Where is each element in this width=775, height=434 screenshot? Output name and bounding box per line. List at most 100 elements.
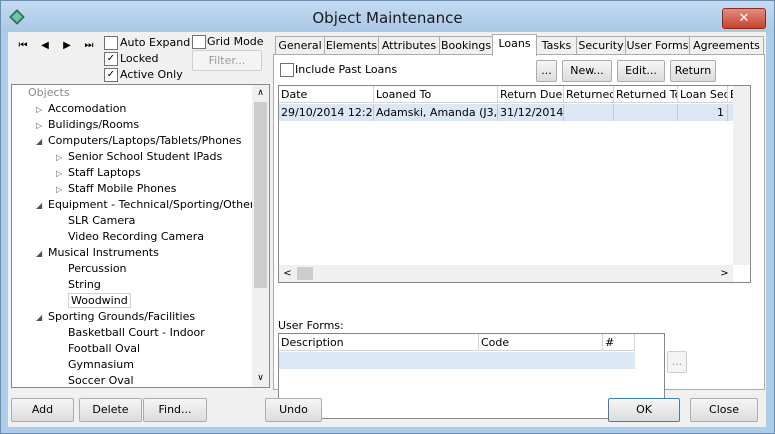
column-header-loaned-to[interactable]: Loaned To	[374, 86, 498, 103]
tree-item[interactable]: Football Oval	[56, 341, 140, 357]
tree-item[interactable]: SLR Camera	[56, 213, 135, 229]
tree-item[interactable]: Objects	[16, 85, 70, 101]
tab-loans[interactable]: Loans	[492, 34, 537, 56]
column-header-number[interactable]: #	[603, 334, 635, 351]
grid-mode-checkbox[interactable]	[192, 35, 206, 49]
column-header-returned-to[interactable]: Returned To	[614, 86, 678, 103]
tree-item[interactable]: Percussion	[56, 261, 127, 277]
active-only-checkbox[interactable]: ✓	[104, 68, 118, 82]
column-header-code[interactable]: Code	[479, 334, 603, 351]
title-bar: Object Maintenance ✕	[1, 1, 774, 33]
loans-horizontal-scrollbar[interactable]: < >	[279, 265, 733, 282]
tree-item[interactable]: Basketball Court - Indoor	[56, 325, 205, 341]
tree-item[interactable]: ▷ Staff Laptops	[56, 165, 141, 181]
tree-item[interactable]: String	[56, 277, 101, 293]
tab-user-forms[interactable]: User Forms	[625, 36, 690, 54]
tree-item[interactable]: Woodwind	[56, 293, 131, 309]
tree-item[interactable]: Soccer Oval	[56, 373, 134, 387]
loans-scroll-thumb[interactable]	[297, 267, 313, 280]
tree-item-label: Percussion	[68, 262, 127, 275]
column-header-date[interactable]: Date	[279, 86, 374, 103]
tree-item-label: Musical Instruments	[48, 246, 159, 259]
tree-expander-icon[interactable]: ▷	[56, 166, 68, 182]
loan-row-loan-seq[interactable]: 1	[678, 104, 728, 121]
tab-general[interactable]: General	[275, 36, 325, 54]
tree-item[interactable]: ▷ Accomodation	[36, 101, 126, 117]
grid-mode-label: Grid Mode	[207, 35, 264, 48]
tree-item[interactable]: ◢ Computers/Laptops/Tablets/Phones	[36, 133, 241, 149]
tree-expander-icon[interactable]: ▷	[56, 182, 68, 198]
loan-row-date[interactable]: 29/10/2014 12:27:	[279, 104, 374, 121]
loans-grid[interactable]: Date Loaned To Return Due Returned Retur…	[278, 85, 751, 283]
locked-checkbox[interactable]: ✓	[104, 52, 118, 66]
undo-button[interactable]: Undo	[265, 398, 322, 422]
window-close-button[interactable]: ✕	[722, 8, 766, 29]
tab-agreements[interactable]: Agreements	[689, 36, 764, 54]
tree-item-label: Soccer Oval	[68, 374, 134, 387]
scroll-down-icon[interactable]: ∨	[252, 370, 269, 387]
find-button[interactable]: Find...	[143, 398, 207, 422]
tree-item-label: Gymnasium	[68, 358, 134, 371]
include-past-loans-checkbox[interactable]	[280, 63, 294, 77]
tree-expander-icon[interactable]: ▷	[36, 102, 48, 118]
tree-item[interactable]: ◢ Musical Instruments	[36, 245, 159, 261]
column-header-return-due[interactable]: Return Due	[498, 86, 564, 103]
tree-expander-icon[interactable]: ◢	[36, 134, 48, 150]
user-forms-row[interactable]	[279, 352, 635, 369]
tree-item[interactable]: Gymnasium	[56, 357, 134, 373]
tree-item-label: SLR Camera	[68, 214, 136, 227]
tree-item-label: Woodwind	[68, 293, 131, 308]
tab-attributes[interactable]: Attributes	[378, 36, 440, 54]
edit-loan-button[interactable]: Edit...	[617, 60, 665, 82]
object-tree-panel: ⏮ ◀ ▶ ⏭ Auto Expand ✓ Locked ✓ Active On…	[8, 32, 273, 388]
user-forms-grid[interactable]: Description Code #	[278, 333, 665, 419]
tree-expander-icon[interactable]: ◢	[36, 198, 48, 214]
column-header-returned[interactable]: Returned	[564, 86, 614, 103]
user-forms-ellipsis-button[interactable]: ...	[667, 351, 687, 373]
delete-button[interactable]: Delete	[79, 398, 142, 422]
tree-item[interactable]: Video Recording Camera	[56, 229, 204, 245]
tree-item[interactable]: ▷ Bulidings/Rooms	[36, 117, 139, 133]
tab-security[interactable]: Security	[576, 36, 626, 54]
tab-tasks[interactable]: Tasks	[536, 36, 577, 54]
tree-scroll-thumb[interactable]	[254, 102, 267, 288]
auto-expand-checkbox[interactable]	[104, 36, 118, 50]
tree-item[interactable]: ◢ Sporting Grounds/Facilities	[36, 309, 195, 325]
tab-bookings[interactable]: Bookings	[439, 36, 493, 54]
tree-item[interactable]: ▷ Staff Mobile Phones	[56, 181, 177, 197]
column-header-description[interactable]: Description	[279, 334, 479, 351]
next-record-button[interactable]: ▶	[58, 38, 76, 54]
loans-ellipsis-button[interactable]: ...	[536, 60, 557, 82]
scroll-left-icon[interactable]: <	[279, 265, 296, 282]
add-button[interactable]: Add	[11, 398, 74, 422]
tree-expander-icon[interactable]: ◢	[36, 246, 48, 262]
loan-row-returned-to[interactable]	[614, 104, 678, 121]
tree-expander-icon[interactable]: ▷	[56, 150, 68, 166]
tab-strip: General Elements Attributes Bookings Loa…	[273, 34, 766, 56]
tree-expander-icon[interactable]: ▷	[36, 118, 48, 134]
loans-vertical-scrollbar[interactable]	[733, 86, 750, 265]
return-loan-button[interactable]: Return	[670, 60, 716, 82]
tree-item-label: Equipment - Technical/Sporting/Other	[48, 198, 255, 211]
tree-item[interactable]: ◢ Equipment - Technical/Sporting/Other	[36, 197, 254, 213]
ok-button[interactable]: OK	[608, 398, 680, 422]
loan-row-loaned-to[interactable]: Adamski, Amanda (J3, B)	[374, 104, 498, 121]
first-record-button[interactable]: ⏮	[14, 38, 32, 54]
loan-row-return-due[interactable]: 31/12/2014	[498, 104, 564, 121]
loan-row-returned[interactable]	[564, 104, 614, 121]
scroll-right-icon[interactable]: >	[716, 265, 733, 282]
prev-record-button[interactable]: ◀	[36, 38, 54, 54]
object-tree[interactable]: Objects ▷ Accomodation ▷ Bulidings/Rooms ◢ Com…	[11, 84, 270, 388]
filter-button[interactable]: Filter...	[192, 50, 262, 71]
new-loan-button[interactable]: New...	[562, 60, 612, 82]
column-header-loan-seq[interactable]: Loan Seq	[678, 86, 728, 103]
tree-item-label: Staff Laptops	[68, 166, 141, 179]
tree-vertical-scrollbar[interactable]: ∧ ∨	[252, 85, 269, 387]
last-record-button[interactable]: ⏭	[80, 38, 98, 54]
scroll-up-icon[interactable]: ∧	[252, 85, 269, 102]
tree-expander-icon[interactable]: ◢	[36, 310, 48, 326]
tab-elements[interactable]: Elements	[324, 36, 379, 54]
close-button[interactable]: Close	[690, 398, 758, 422]
tree-item[interactable]: ▷ Senior School Student IPads	[56, 149, 222, 165]
tree-item-label: Accomodation	[48, 102, 127, 115]
